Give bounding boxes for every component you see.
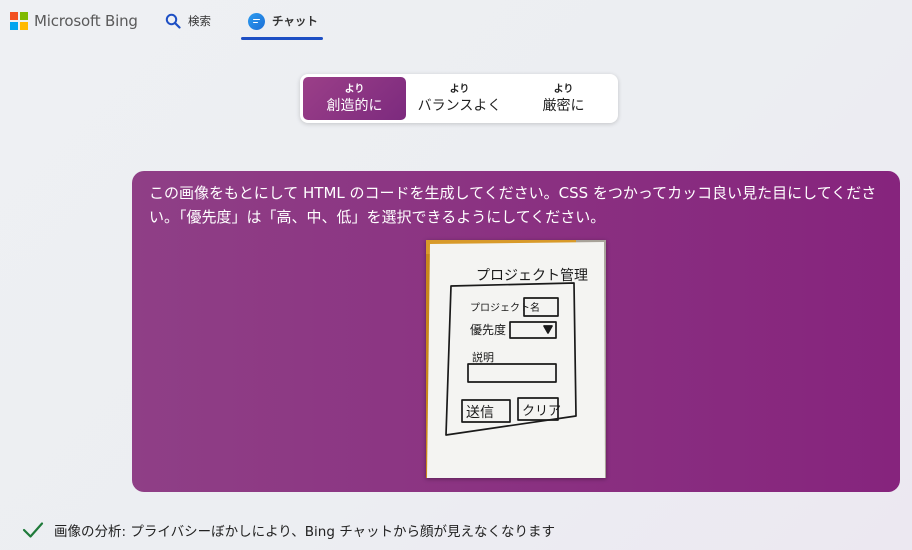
style-precise-button[interactable]: より 厳密に xyxy=(512,77,615,120)
chat-icon xyxy=(248,12,265,30)
style-balanced-button[interactable]: より バランスよく xyxy=(408,77,511,120)
style-precise-label: 厳密に xyxy=(542,98,585,114)
bing-logo[interactable]: Microsoft Bing xyxy=(10,11,138,31)
sketch-title: プロジェクト管理 xyxy=(476,268,588,284)
style-precise-prefix: より xyxy=(553,84,574,95)
nav-search-tab[interactable]: 検索 xyxy=(165,11,211,31)
sketch-clear-label: クリア xyxy=(522,404,561,419)
style-creative-prefix: より xyxy=(344,84,365,95)
nav-chat-tab[interactable]: チャット xyxy=(248,11,318,31)
search-icon xyxy=(165,13,181,29)
sketch-submit-label: 送信 xyxy=(466,405,494,421)
sketch-description-label: 説明 xyxy=(472,350,494,364)
image-analysis-status: 画像の分析: プライバシーぼかしにより、Bing チャットから顔が見えなくなりま… xyxy=(22,519,555,541)
microsoft-logo-icon xyxy=(10,12,28,30)
style-creative-button[interactable]: より 創造的に xyxy=(303,77,406,120)
status-text: 画像の分析: プライバシーぼかしにより、Bing チャットから顔が見えなくなりま… xyxy=(54,524,556,540)
style-balanced-label: バランスよく xyxy=(417,98,502,114)
checkmark-icon xyxy=(22,522,44,538)
user-message-text: この画像をもとにして HTML のコードを生成してください。CSS をつかってカ… xyxy=(149,184,877,226)
active-tab-indicator xyxy=(241,37,323,40)
sketch-project-name-label: プロジェクト名 xyxy=(470,301,540,314)
attached-sketch-image[interactable]: プロジェクト管理 プロジェクト名 優先度 説明 送信 クリア xyxy=(426,240,606,478)
conversation-style-selector: より 創造的に より バランスよく より 厳密に xyxy=(300,74,618,123)
logo-text: Microsoft Bing xyxy=(34,12,138,30)
user-message-bubble: この画像をもとにして HTML のコードを生成してください。CSS をつかってカ… xyxy=(132,171,900,492)
nav-search-label: 検索 xyxy=(188,14,211,28)
sketch-priority-label: 優先度 xyxy=(470,322,506,337)
style-creative-label: 創造的に xyxy=(326,98,383,114)
nav-chat-label: チャット xyxy=(272,14,318,28)
style-balanced-prefix: より xyxy=(449,84,470,95)
